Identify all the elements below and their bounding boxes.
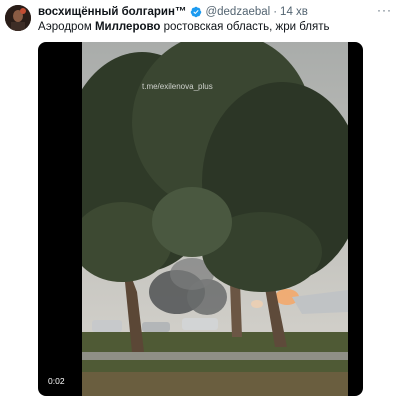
avatar[interactable] (5, 5, 31, 31)
tweet-text-part: ростовская область, жри блять (160, 21, 330, 33)
video-watermark: t.me/exilenova_plus (142, 82, 213, 91)
separator-dot: · (273, 6, 278, 18)
more-options-icon[interactable]: ··· (377, 3, 392, 17)
video-scene (82, 42, 348, 396)
video-duration: 0:02 (44, 374, 69, 388)
tweet-text-part: Аэродром (38, 21, 95, 33)
video-player[interactable]: t.me/exilenova_plus 0:02 (38, 42, 363, 396)
verified-badge-icon (191, 6, 202, 18)
tweet-timestamp[interactable]: 14 хв (280, 6, 308, 18)
tweet-card[interactable]: восхищённый болгарин™ @dedzaebal · 14 хв… (0, 0, 400, 400)
tweet-header: восхищённый болгарин™ @dedzaebal · 14 хв… (38, 3, 392, 20)
avatar-image (5, 5, 31, 31)
tweet-text: Аэродром Миллерово ростовская область, ж… (38, 20, 392, 35)
video-frame[interactable]: t.me/exilenova_plus (82, 42, 348, 396)
tweet-text-bold: Миллерово (94, 21, 161, 33)
author-handle[interactable]: @dedzaebal (205, 6, 270, 18)
author-name[interactable]: восхищённый болгарин™ (38, 6, 186, 18)
